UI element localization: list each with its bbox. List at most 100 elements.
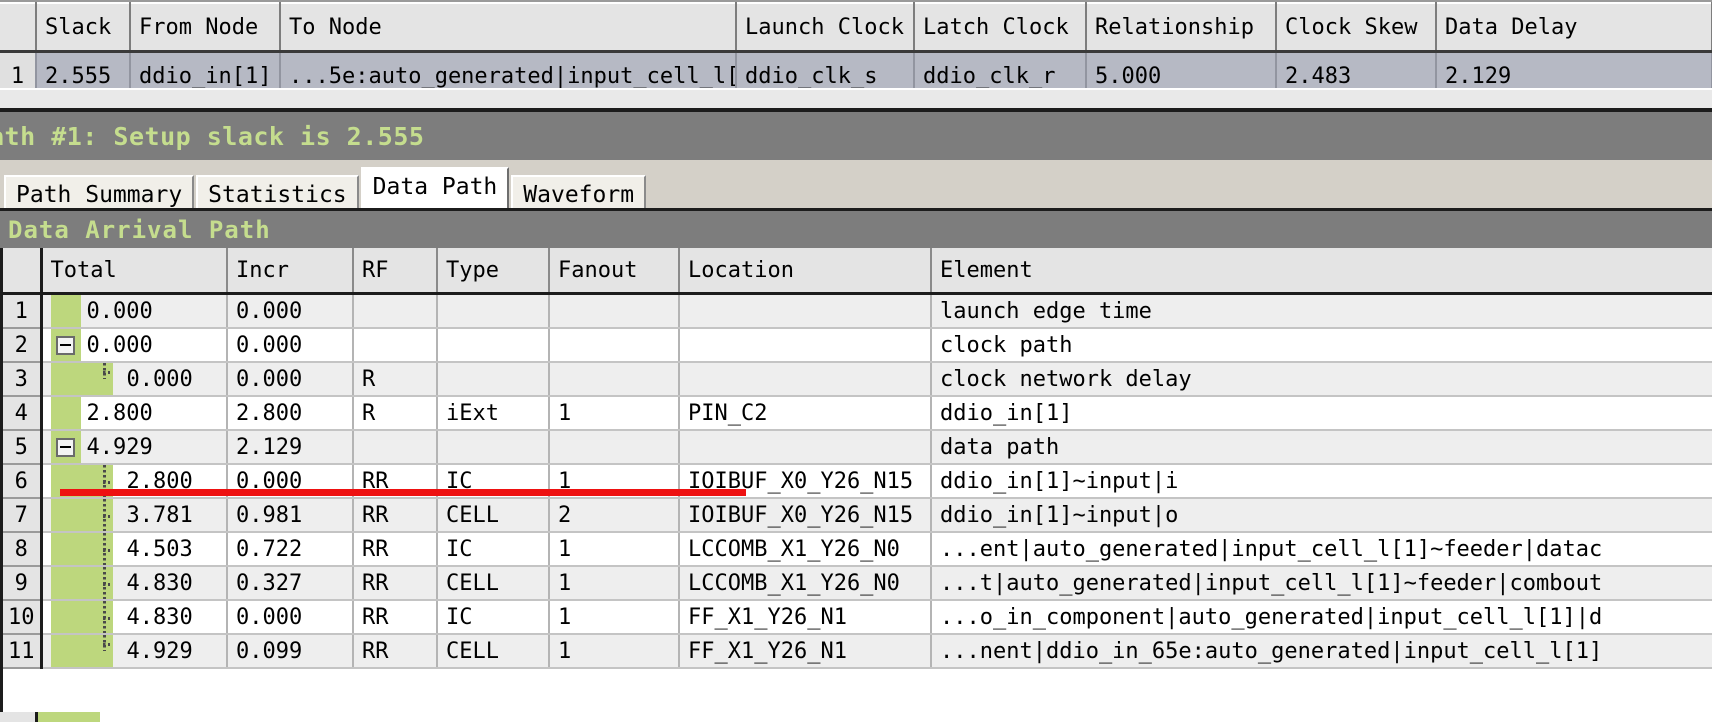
row-index[interactable]: 5 xyxy=(3,430,43,465)
cell-location xyxy=(679,328,932,363)
data-path-col-fanout[interactable]: Fanout xyxy=(549,248,680,295)
summary-corner-cell[interactable] xyxy=(0,2,37,53)
table-row[interactable]: 10 4.830 0.000 RR IC 1 FF_X1_Y26_N1 ...o… xyxy=(3,600,1712,635)
summary-col-relationship[interactable]: Relationship xyxy=(1086,2,1277,53)
tab-data-path[interactable]: Data Path xyxy=(360,167,510,212)
tree-guide-icon xyxy=(102,567,110,598)
table-row[interactable]: 3 0.000 0.000 R clock network delay xyxy=(3,362,1712,397)
cell-incr: 0.981 xyxy=(227,498,354,533)
row-index[interactable]: 10 xyxy=(3,600,43,635)
cell-rf: R xyxy=(353,396,438,431)
row-index[interactable]: 11 xyxy=(3,634,43,669)
summary-header-row: Slack From Node To Node Launch Clock Lat… xyxy=(0,2,1712,53)
data-path-col-rf[interactable]: RF xyxy=(353,248,438,295)
data-path-col-type[interactable]: Type xyxy=(437,248,550,295)
cell-fanout: 1 xyxy=(549,532,680,567)
cell-rf: RR xyxy=(353,566,438,601)
table-row[interactable]: 11 4.929 0.099 RR CELL 1 FF_X1_Y26_N1 ..… xyxy=(3,634,1712,669)
bottom-row-index-cell xyxy=(0,712,38,722)
cell-rf xyxy=(353,430,438,465)
data-path-col-location[interactable]: Location xyxy=(679,248,932,295)
row-index[interactable]: 9 xyxy=(3,566,43,601)
cell-rf: RR xyxy=(353,634,438,669)
cell-location xyxy=(679,362,932,397)
tree-indent xyxy=(50,567,113,598)
page-title: ath #1: Setup slack is 2.555 xyxy=(0,121,425,151)
data-path-grid[interactable]: Total Incr RF Type Fanout Location Eleme… xyxy=(0,248,1712,722)
data-path-table: Total Incr RF Type Fanout Location Eleme… xyxy=(3,248,1712,669)
cell-element: ...o_in_component|auto_generated|input_c… xyxy=(931,600,1712,635)
cell-total: 2.800 xyxy=(41,396,228,431)
tree-guide-icon xyxy=(102,601,110,632)
cell-fanout xyxy=(549,328,680,363)
row-index[interactable]: 1 xyxy=(3,293,43,329)
summary-col-clock-skew[interactable]: Clock Skew xyxy=(1276,2,1437,53)
cell-type xyxy=(437,430,550,465)
data-path-col-incr[interactable]: Incr xyxy=(227,248,354,295)
cell-type: IC xyxy=(437,600,550,635)
cell-fanout: 1 xyxy=(549,566,680,601)
cell-element: launch edge time xyxy=(931,293,1712,329)
section-title: Data Arrival Path xyxy=(8,215,271,244)
table-row[interactable]: 1 0.000 0.000 launch edge time xyxy=(3,293,1712,329)
row-index[interactable]: 4 xyxy=(3,396,43,431)
summary-col-from-node[interactable]: From Node xyxy=(130,2,281,53)
collapse-expander-icon[interactable] xyxy=(56,335,75,355)
row-index[interactable]: 2 xyxy=(3,328,43,363)
cell-rf: R xyxy=(353,362,438,397)
cell-location: FF_X1_Y26_N1 xyxy=(679,600,932,635)
summary-col-data-delay[interactable]: Data Delay xyxy=(1436,2,1712,53)
cell-location: LCCOMB_X1_Y26_N0 xyxy=(679,532,932,567)
tree-indent xyxy=(50,601,113,632)
cell-fanout: 1 xyxy=(549,634,680,669)
cell-total: 0.000 xyxy=(41,362,228,397)
cell-location xyxy=(679,293,932,329)
summary-col-slack[interactable]: Slack xyxy=(36,2,131,53)
table-row[interactable]: 9 4.830 0.327 RR CELL 1 LCCOMB_X1_Y26_N0… xyxy=(3,566,1712,601)
data-path-corner-cell[interactable] xyxy=(3,248,43,295)
total-value: 4.503 xyxy=(126,536,193,562)
cell-incr: 2.800 xyxy=(227,396,354,431)
cell-incr: 0.000 xyxy=(227,362,354,397)
panel-divider xyxy=(0,88,1712,112)
row-index[interactable]: 3 xyxy=(3,362,43,397)
total-value: 4.830 xyxy=(126,604,193,630)
cell-rf xyxy=(353,293,438,329)
table-row[interactable]: 7 3.781 0.981 RR CELL 2 IOIBUF_X0_Y26_N1… xyxy=(3,498,1712,533)
section-header-data-arrival-path: Data Arrival Path xyxy=(0,208,1712,248)
row-index[interactable]: 8 xyxy=(3,532,43,567)
table-row[interactable]: 2 0.000 0.000 clock path xyxy=(3,328,1712,363)
summary-col-to-node[interactable]: To Node xyxy=(280,2,737,53)
cell-fanout xyxy=(549,293,680,329)
row-index[interactable]: 7 xyxy=(3,498,43,533)
cell-total: 4.929 xyxy=(41,634,228,669)
cell-total: 0.000 xyxy=(41,328,228,363)
cell-type xyxy=(437,328,550,363)
cell-location: PIN_C2 xyxy=(679,396,932,431)
cell-rf xyxy=(353,328,438,363)
total-value: 4.929 xyxy=(86,434,153,460)
summary-col-launch-clock[interactable]: Launch Clock xyxy=(736,2,915,53)
cell-rf: RR xyxy=(353,498,438,533)
tree-guide-icon xyxy=(102,635,110,651)
tab-bar: Path Summary Statistics Data Path Wavefo… xyxy=(0,160,1712,216)
tree-guide-icon xyxy=(102,363,110,379)
cell-type: CELL xyxy=(437,634,550,669)
row-index[interactable]: 6 xyxy=(3,464,43,499)
total-value: 0.000 xyxy=(86,298,153,324)
path-summary-grid[interactable]: Slack From Node To Node Launch Clock Lat… xyxy=(0,0,1712,101)
tree-indent xyxy=(50,635,113,666)
cell-fanout xyxy=(549,430,680,465)
cell-fanout: 1 xyxy=(549,600,680,635)
table-row[interactable]: 4 2.800 2.800 R iExt 1 PIN_C2 ddio_in[1] xyxy=(3,396,1712,431)
summary-col-latch-clock[interactable]: Latch Clock xyxy=(914,2,1087,53)
tree-indent xyxy=(50,363,113,394)
tree-guide-icon xyxy=(102,533,110,564)
cell-incr: 0.099 xyxy=(227,634,354,669)
cell-rf: RR xyxy=(353,532,438,567)
collapse-expander-icon[interactable] xyxy=(56,437,75,457)
data-path-col-element[interactable]: Element xyxy=(931,248,1712,295)
table-row[interactable]: 5 4.929 2.129 data path xyxy=(3,430,1712,465)
data-path-col-total[interactable]: Total xyxy=(41,248,228,295)
table-row[interactable]: 8 4.503 0.722 RR IC 1 LCCOMB_X1_Y26_N0 .… xyxy=(3,532,1712,567)
